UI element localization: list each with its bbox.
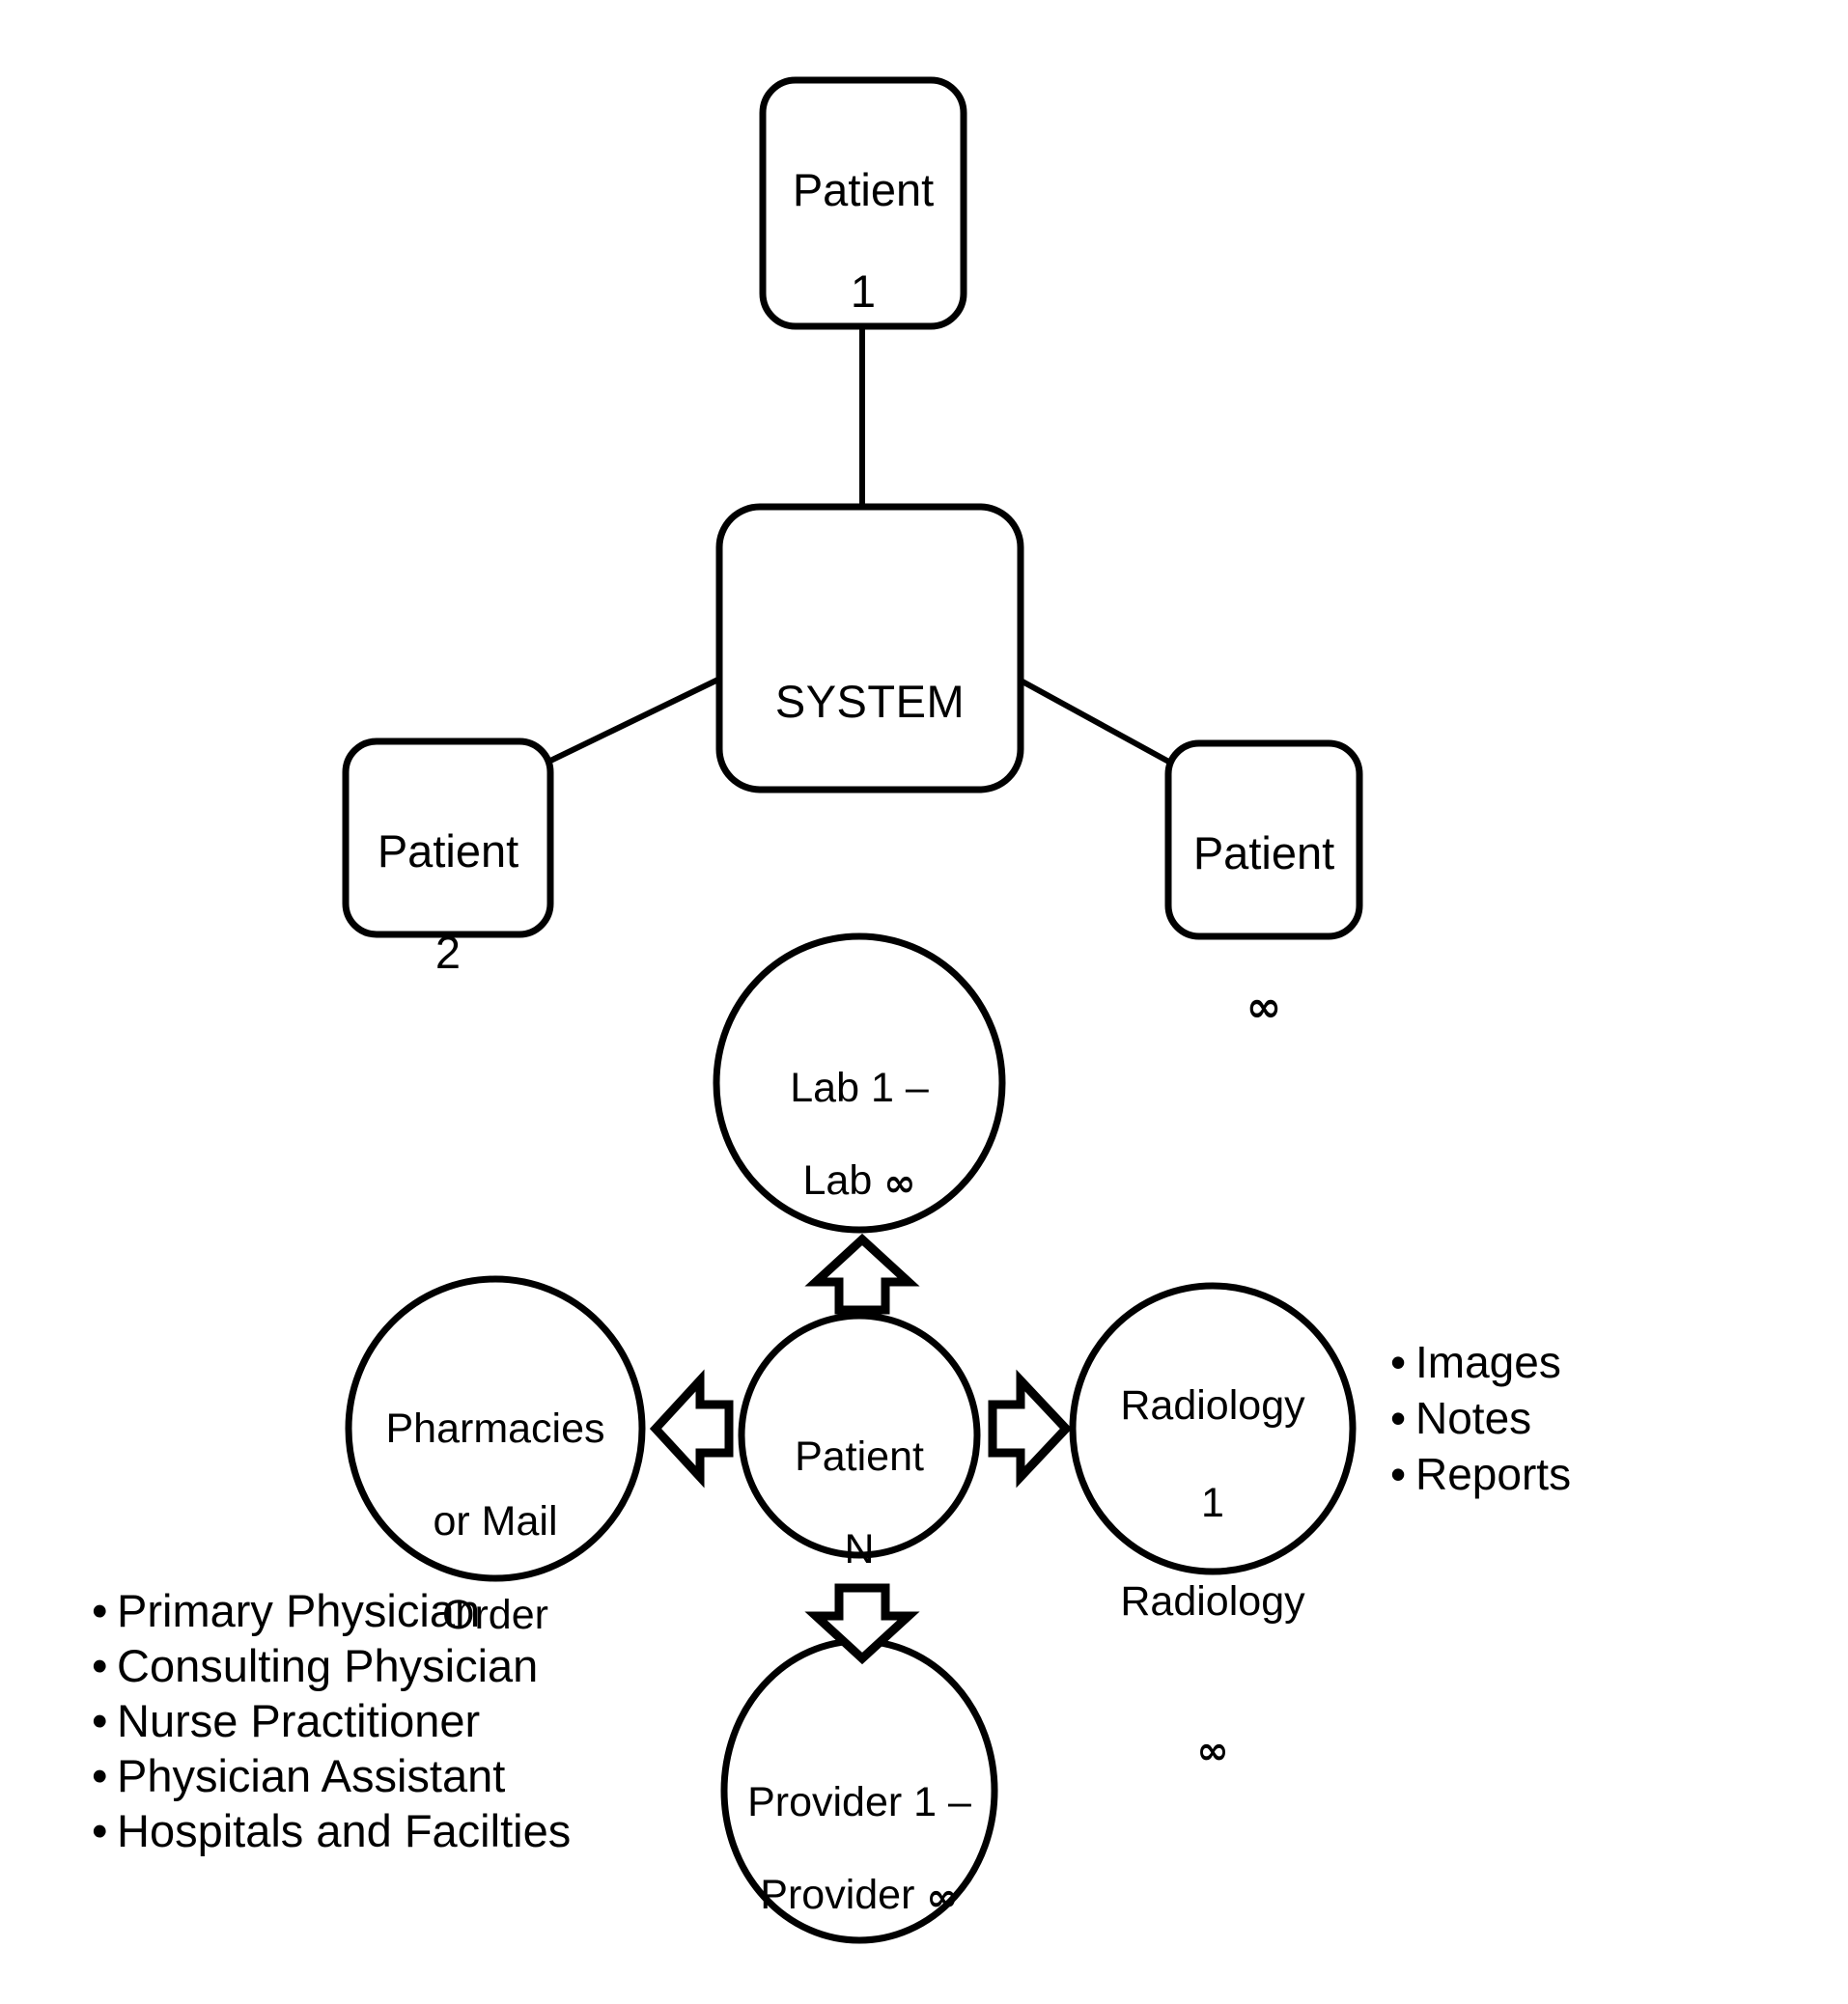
bullet-icon: • — [1390, 1393, 1407, 1443]
list-item-label: Reports — [1415, 1449, 1572, 1499]
list-item: • Consulting Physician — [92, 1643, 571, 1688]
list-item-label: Images — [1415, 1337, 1561, 1387]
node-radiology-shape[interactable] — [1069, 1282, 1357, 1575]
block-arrow-up-icon — [804, 1233, 920, 1315]
block-arrow-right-icon — [988, 1369, 1073, 1489]
node-provider-shape[interactable] — [720, 1637, 998, 1944]
list-item: • Reports — [1390, 1452, 1571, 1496]
node-patient-n-shape[interactable] — [738, 1312, 981, 1559]
list-item: • Hospitals and Facilties — [92, 1808, 571, 1853]
bullet-icon: • — [92, 1750, 108, 1801]
node-patient1-shape[interactable] — [759, 76, 967, 330]
list-item-label: Primary Physician — [117, 1585, 481, 1636]
list-item-label: Notes — [1415, 1393, 1532, 1443]
bullet-icon: • — [1390, 1337, 1407, 1387]
node-patient2-shape[interactable] — [342, 738, 554, 938]
list-item: • Images — [1390, 1340, 1571, 1384]
list-item-label: Nurse Practitioner — [117, 1695, 481, 1746]
list-item-label: Physician Assistant — [117, 1750, 506, 1801]
node-pharmacies-shape[interactable] — [345, 1275, 646, 1582]
list-item-label: Hospitals and Facilties — [117, 1805, 572, 1856]
bullet-icon: • — [1390, 1449, 1407, 1499]
connector-patient-inf-to-system — [1010, 673, 1176, 767]
bullet-icon: • — [92, 1640, 108, 1691]
bullet-icon: • — [92, 1585, 108, 1636]
block-arrow-left-icon — [649, 1369, 734, 1489]
node-patient-inf-shape[interactable] — [1164, 739, 1363, 940]
diagram-canvas: Patient 1 SYSTEM Patient 2 Patient ∞ Lab… — [0, 0, 1848, 2004]
list-item: • Primary Physician — [92, 1588, 571, 1633]
radiology-notes-list: • Images • Notes • Reports — [1390, 1340, 1571, 1508]
list-item-label: Consulting Physician — [117, 1640, 539, 1691]
list-item: • Notes — [1390, 1396, 1571, 1440]
bullet-icon: • — [92, 1695, 108, 1746]
provider-notes-list: • Primary Physician • Consulting Physician… — [92, 1588, 571, 1863]
list-item: • Physician Assistant — [92, 1753, 571, 1798]
list-item: • Nurse Practitioner — [92, 1698, 571, 1743]
node-system-shape[interactable] — [715, 503, 1024, 793]
connector-patient2-to-system — [545, 673, 728, 765]
node-lab-shape[interactable] — [713, 932, 1006, 1234]
bullet-icon: • — [92, 1805, 108, 1856]
